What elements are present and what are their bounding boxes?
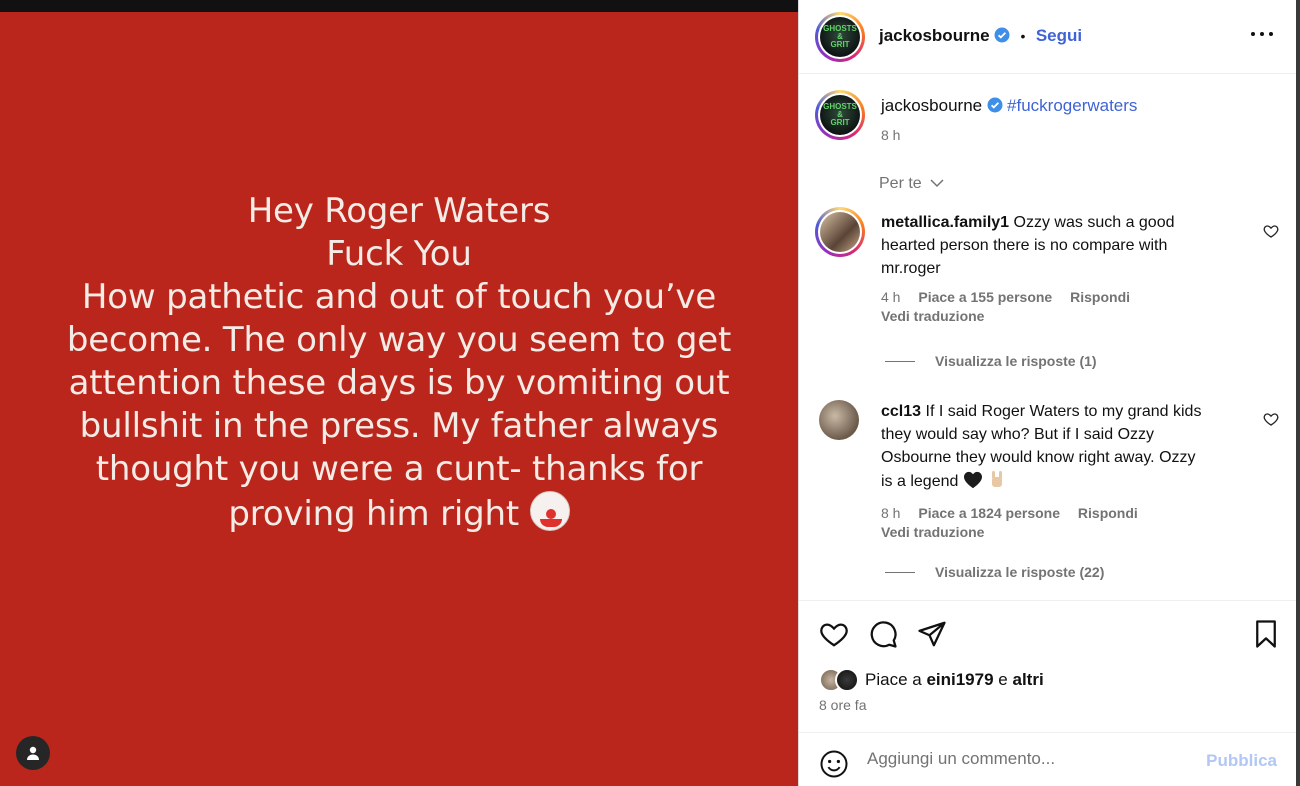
publish-button[interactable]: Pubblica <box>1206 751 1277 771</box>
liker-avatar <box>835 668 859 692</box>
chevron-down-icon <box>930 179 944 188</box>
post-media[interactable]: Hey Roger Waters Fuck You How pathetic a… <box>0 12 798 786</box>
comment-likes[interactable]: Piace a 155 persone <box>918 289 1052 305</box>
author-avatar[interactable]: GHOSTS & GRIT <box>815 12 865 62</box>
comment-text: Ozzy was such a good <box>1013 214 1175 231</box>
add-comment-bar: Pubblica <box>799 732 1297 786</box>
sign-of-horns-emoji <box>987 469 1007 496</box>
post-line: How pathetic and out of touch you’ve <box>81 277 717 317</box>
comment-text: they would say who? But if I said Ozzy <box>881 426 1155 443</box>
reply-button[interactable]: Rispondi <box>1070 289 1130 305</box>
comment-text: mr.roger <box>881 260 941 277</box>
liker-username[interactable]: eini1979 <box>926 670 993 689</box>
likes-summary[interactable]: Piace a eini1979 e altri <box>819 668 1044 692</box>
caption-hashtag[interactable]: #fuckrogerwaters <box>1007 96 1137 115</box>
tagged-users-icon[interactable] <box>16 736 50 770</box>
see-translation[interactable]: Vedi traduzione <box>881 524 1261 540</box>
view-replies-button[interactable]: Visualizza le risposte (1) <box>885 353 1097 369</box>
caption: jackosbourne #fuckrogerwaters <box>881 96 1137 116</box>
view-replies-label: Visualizza le risposte (1) <box>935 353 1097 369</box>
verified-badge-icon <box>994 27 1010 43</box>
post-line: become. The only way you seem to get <box>66 320 732 360</box>
save-bookmark-icon[interactable] <box>1251 619 1281 649</box>
comment-likes[interactable]: Piace a 1824 persone <box>918 505 1060 521</box>
comment-sort-dropdown[interactable]: Per te <box>879 175 944 193</box>
comment-text: hearted person there is no compare with <box>881 237 1168 254</box>
reply-button[interactable]: Rispondi <box>1078 505 1138 521</box>
comment-input[interactable] <box>867 749 1187 769</box>
post-timestamp: 8 ore fa <box>819 697 867 713</box>
post-image-text: Hey Roger Waters Fuck You How pathetic a… <box>40 190 758 536</box>
comment-item: ccl13 If I said Roger Waters to my grand… <box>881 400 1261 540</box>
ellipsis-icon[interactable] <box>1249 24 1275 44</box>
comment-username[interactable]: metallica.family1 <box>881 214 1009 231</box>
post-side-panel: GHOSTS & GRIT jackosbourne • Segui GHOSTS &… <box>798 0 1297 786</box>
view-replies-label: Visualizza le risposte (22) <box>935 564 1105 580</box>
caption-username[interactable]: jackosbourne <box>881 96 982 115</box>
post-line: attention these days is by vomiting out <box>68 363 730 403</box>
separator-dot: • <box>1020 28 1026 44</box>
post-line: thought you were a cunt- thanks for <box>95 449 703 489</box>
like-comment-heart-icon[interactable] <box>1263 223 1279 239</box>
emoji-picker-icon[interactable] <box>819 749 849 779</box>
comment-text: is a legend <box>881 473 959 490</box>
caption-author-avatar[interactable]: GHOSTS & GRIT <box>815 90 865 140</box>
caption-time: 8 h <box>881 127 901 143</box>
action-bar <box>799 600 1297 732</box>
comment-bubble-icon[interactable] <box>868 619 898 649</box>
post-line: bullshit in the press. My father always <box>79 406 719 446</box>
verified-badge-icon <box>987 97 1003 113</box>
see-translation[interactable]: Vedi traduzione <box>881 308 1261 324</box>
likes-others[interactable]: altri <box>1012 670 1043 689</box>
post-line: Fuck You <box>326 234 472 274</box>
post-header: GHOSTS & GRIT jackosbourne • Segui <box>799 0 1297 74</box>
window-edge <box>1296 0 1300 786</box>
likes-prefix: Piace a <box>865 670 922 689</box>
like-heart-icon[interactable] <box>819 619 849 649</box>
comment-sort-label: Per te <box>879 175 922 192</box>
commenter-avatar[interactable] <box>819 400 859 440</box>
share-paper-plane-icon[interactable] <box>917 619 947 649</box>
comment-text: Osbourne they would know right away. Ozz… <box>881 449 1196 466</box>
likes-conjunction: e <box>998 670 1008 689</box>
post-line: proving him right <box>228 494 519 534</box>
comment-username[interactable]: ccl13 <box>881 403 921 420</box>
comment-text: If I said Roger Waters to my grand kids <box>925 403 1202 420</box>
window-top-bar <box>0 0 798 12</box>
commenter-avatar[interactable] <box>815 207 865 257</box>
comment-item: metallica.family1 Ozzy was such a good h… <box>881 211 1261 324</box>
view-replies-button[interactable]: Visualizza le risposte (22) <box>885 564 1104 580</box>
like-comment-heart-icon[interactable] <box>1263 411 1279 427</box>
author-username[interactable]: jackosbourne <box>879 26 990 45</box>
black-heart-emoji <box>963 471 983 496</box>
clown-face-emoji <box>529 491 570 531</box>
comment-time: 4 h <box>881 289 901 305</box>
follow-button[interactable]: Segui <box>1036 26 1082 45</box>
comment-time: 8 h <box>881 505 901 521</box>
post-line: Hey Roger Waters <box>247 191 551 231</box>
